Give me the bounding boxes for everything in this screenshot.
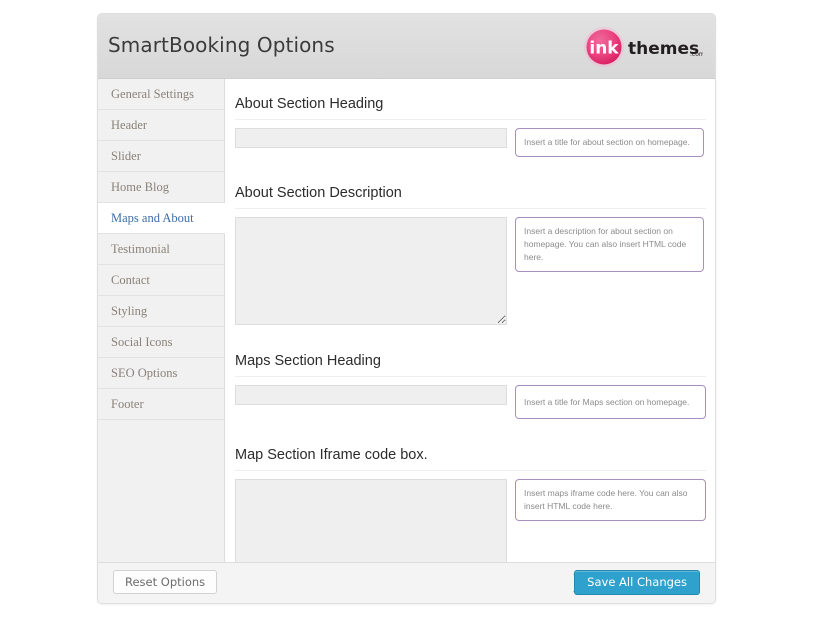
panel-header: SmartBooking Options ink themes .com [98, 14, 715, 79]
field-about-section-description: About Section Description Insert a descr… [235, 181, 706, 325]
page-title: SmartBooking Options [108, 33, 335, 57]
about-description-hint: Insert a description for about section o… [515, 217, 704, 272]
sidebar-item-header[interactable]: Header [98, 110, 224, 141]
field-control [235, 217, 507, 325]
settings-content: About Section Heading Insert a title for… [225, 79, 715, 562]
sidebar-item-home-blog[interactable]: Home Blog [98, 172, 224, 203]
field-row: Insert a title for about section on home… [235, 128, 706, 157]
field-label: About Section Heading [235, 92, 706, 120]
panel-footer: Reset Options Save All Changes [98, 562, 715, 603]
options-panel: SmartBooking Options ink themes .com [97, 13, 716, 604]
svg-text:themes: themes [628, 39, 699, 59]
save-all-changes-button[interactable]: Save All Changes [574, 570, 700, 595]
sidebar-item-slider[interactable]: Slider [98, 141, 224, 172]
svg-text:ink: ink [589, 39, 619, 59]
settings-sidebar: General Settings Header Slider Home Blog Map… [98, 79, 225, 603]
maps-heading-input[interactable] [235, 385, 507, 405]
about-description-textarea[interactable] [235, 217, 507, 325]
map-iframe-textarea[interactable] [235, 479, 507, 562]
field-label: Maps Section Heading [235, 349, 706, 377]
field-maps-section-heading: Maps Section Heading Insert a title for … [235, 349, 706, 419]
field-row: Insert a title for Maps section on homep… [235, 385, 706, 419]
field-row: Insert a description for about section o… [235, 217, 706, 325]
maps-heading-hint: Insert a title for Maps section on homep… [515, 385, 706, 419]
app-page: SmartBooking Options ink themes .com [0, 0, 813, 625]
field-control [235, 385, 507, 405]
about-heading-input[interactable] [235, 128, 507, 148]
inkthemes-logo: ink themes .com [583, 26, 705, 68]
field-label: Map Section Iframe code box. [235, 443, 706, 471]
sidebar-item-footer[interactable]: Footer [98, 389, 224, 420]
sidebar-item-maps-and-about[interactable]: Maps and About [98, 203, 225, 234]
sidebar-item-contact[interactable]: Contact [98, 265, 224, 296]
panel-body: General Settings Header Slider Home Blog Map… [98, 79, 715, 603]
field-label: About Section Description [235, 181, 706, 209]
svg-text:.com: .com [690, 51, 703, 58]
field-about-section-heading: About Section Heading Insert a title for… [235, 92, 706, 157]
sidebar-nav: General Settings Header Slider Home Blog Map… [98, 79, 225, 420]
field-control [235, 128, 507, 148]
sidebar-item-social-icons[interactable]: Social Icons [98, 327, 224, 358]
sidebar-item-styling[interactable]: Styling [98, 296, 224, 327]
sidebar-item-testimonial[interactable]: Testimonial [98, 234, 224, 265]
map-iframe-hint: Insert maps iframe code here. You can al… [515, 479, 706, 521]
about-heading-hint: Insert a title for about section on home… [515, 128, 704, 157]
field-row: Insert maps iframe code here. You can al… [235, 479, 706, 562]
reset-options-button[interactable]: Reset Options [113, 570, 218, 594]
field-control [235, 479, 507, 562]
field-map-iframe-code: Map Section Iframe code box. Insert maps… [235, 443, 706, 562]
sidebar-item-seo-options[interactable]: SEO Options [98, 358, 224, 389]
sidebar-item-general-settings[interactable]: General Settings [98, 79, 224, 110]
